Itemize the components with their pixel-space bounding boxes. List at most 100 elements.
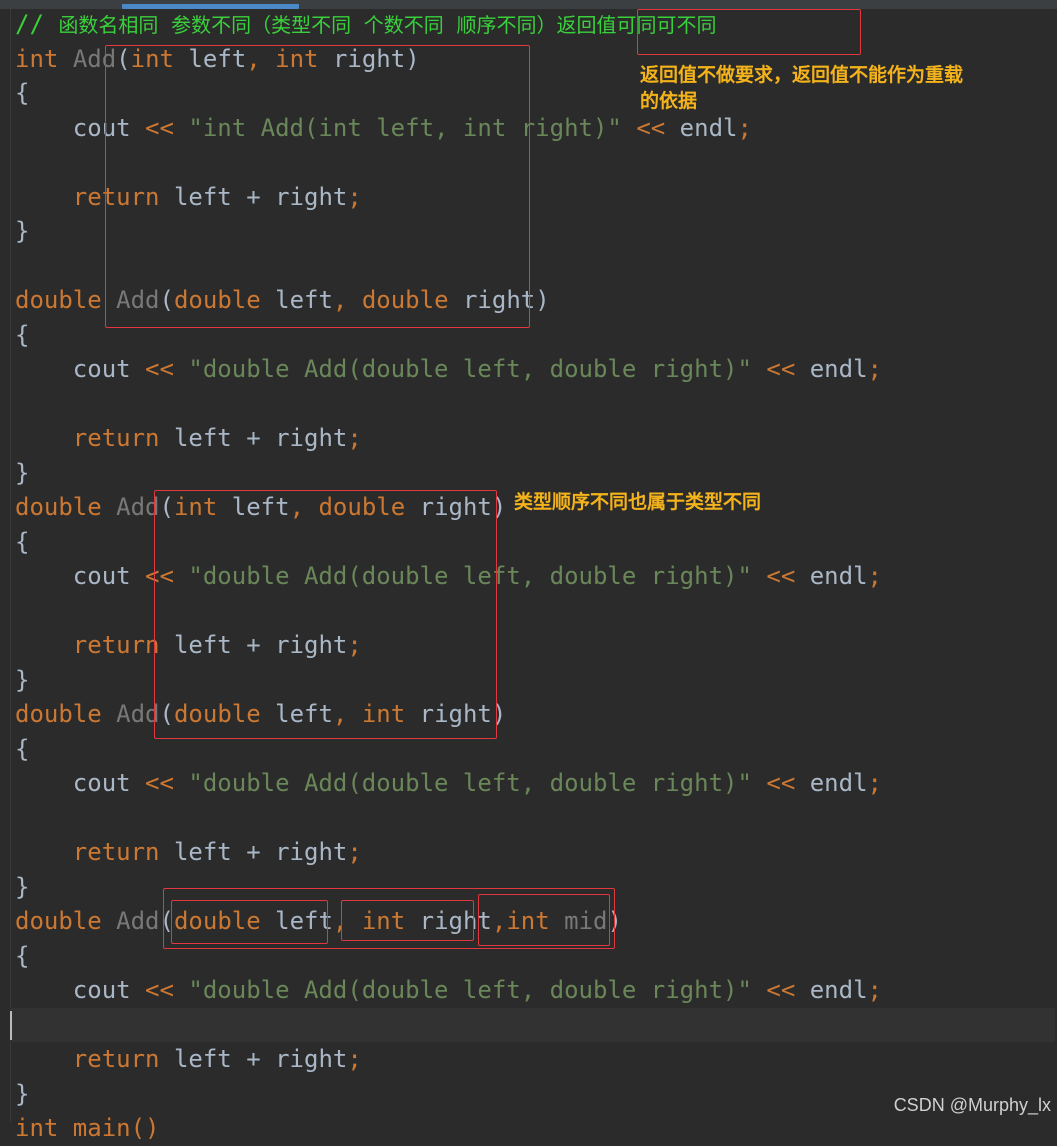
partial-main: int main() xyxy=(15,1114,160,1142)
semicolon: ; xyxy=(867,976,882,1004)
semicolon: ; xyxy=(867,562,882,590)
paren: ) xyxy=(405,44,420,73)
param-name: right xyxy=(405,907,492,935)
note-return-line-2: 的依据 xyxy=(640,90,698,112)
note-return-line-1: 返回值不做要求，返回值不能作为重载 xyxy=(640,64,964,86)
comma: , xyxy=(491,907,507,935)
string-literal: "double Add(double left, double right)" xyxy=(188,562,752,590)
param-type: int xyxy=(173,493,218,521)
endl: endl xyxy=(809,562,868,590)
semicolon: ; xyxy=(347,1045,362,1073)
function-name: Add xyxy=(116,907,160,935)
param-name: right xyxy=(405,700,492,728)
cout: cout xyxy=(72,562,131,590)
endl: endl xyxy=(679,113,738,142)
operator: << xyxy=(621,113,680,142)
comment-text: 函数名相同 参数不同（类型不同 个数不同 顺序不同） xyxy=(58,13,557,37)
endl: endl xyxy=(809,355,868,383)
code-line-brace-open: { xyxy=(15,320,30,349)
paren: ( xyxy=(159,286,174,314)
param-name: left xyxy=(260,286,333,314)
code-line-brace-open: { xyxy=(15,941,30,970)
param-name-unused: mid xyxy=(549,907,608,935)
function-name: Add xyxy=(72,44,117,73)
param-type: double xyxy=(173,907,261,935)
cout: cout xyxy=(72,976,131,1004)
semicolon: ; xyxy=(737,113,752,142)
comma: , xyxy=(246,44,276,73)
operator: << xyxy=(130,769,189,797)
cout: cout xyxy=(72,113,131,142)
param-type: double xyxy=(361,286,449,314)
param-name: left xyxy=(260,700,333,728)
return-keyword: return xyxy=(72,182,160,211)
return-expression: left + right xyxy=(159,631,348,659)
return-type: int xyxy=(15,44,59,73)
semicolon: ; xyxy=(347,182,362,211)
param-type: int xyxy=(506,907,550,935)
text-caret xyxy=(10,1010,12,1040)
code-line-signature-5: double Add(double left, int right,int mi… xyxy=(15,904,1055,939)
endl: endl xyxy=(809,769,868,797)
paren: ) xyxy=(607,907,622,935)
semicolon: ; xyxy=(867,769,882,797)
code-line-brace-close: } xyxy=(15,217,30,245)
comma: , xyxy=(332,286,362,314)
code-line-cout: cout << "double Add(double left, double … xyxy=(15,973,1055,1008)
param-name: left xyxy=(260,907,333,935)
code-line-cout: cout << "int Add(int left, int right)" <… xyxy=(15,111,1055,146)
operator: << xyxy=(751,355,810,383)
code-line-signature-4: double Add(double left, int right) xyxy=(15,697,1055,732)
string-literal: "double Add(double left, double right)" xyxy=(188,769,752,797)
semicolon: ; xyxy=(347,631,362,659)
code-editor[interactable]: // 函数名相同 参数不同（类型不同 个数不同 顺序不同）返回值可同可不同 in… xyxy=(10,7,1055,1146)
gutter-divider xyxy=(10,9,11,1122)
return-type: double xyxy=(15,493,102,521)
return-expression: left + right xyxy=(159,838,348,866)
paren: ) xyxy=(491,700,507,728)
return-keyword: return xyxy=(72,838,160,866)
param-type: int xyxy=(275,44,319,73)
operator: << xyxy=(130,355,189,383)
comma: , xyxy=(289,493,319,521)
param-type: double xyxy=(173,286,261,314)
operator: << xyxy=(130,113,189,142)
return-expression: left + right xyxy=(159,424,348,452)
cout: cout xyxy=(72,769,131,797)
code-line-current[interactable] xyxy=(10,1007,1055,1042)
code-line-brace-open: { xyxy=(15,527,30,556)
code-line-return: return left + right; xyxy=(15,421,1055,456)
param-name: right xyxy=(448,286,536,314)
note-return-value: 返回值不做要求，返回值不能作为重载 的依据 xyxy=(640,62,1040,114)
code-line-return: return left + right; xyxy=(15,835,1055,870)
code-line-return: return left + right; xyxy=(15,628,1055,663)
comma: , xyxy=(332,700,362,728)
code-line-cout: cout << "double Add(double left, double … xyxy=(15,559,1055,594)
code-line-signature-2: double Add(double left, double right) xyxy=(15,283,1055,318)
endl: endl xyxy=(809,976,868,1004)
code-line-brace-close: } xyxy=(15,872,30,901)
string-literal: "double Add(double left, double right)" xyxy=(188,355,752,383)
return-keyword: return xyxy=(72,424,160,452)
paren: ( xyxy=(116,44,131,73)
operator: << xyxy=(751,769,810,797)
code-line-partial: int main() xyxy=(15,1111,1055,1146)
paren: ) xyxy=(535,286,550,314)
param-name: right xyxy=(318,44,406,73)
semicolon: ; xyxy=(347,838,362,866)
code-line-comment: // 函数名相同 参数不同（类型不同 个数不同 顺序不同）返回值可同可不同 xyxy=(15,7,1055,42)
function-name: Add xyxy=(116,286,160,314)
semicolon: ; xyxy=(347,424,362,452)
code-line-cout: cout << "double Add(double left, double … xyxy=(15,766,1055,801)
operator: << xyxy=(751,562,810,590)
function-name: Add xyxy=(116,700,160,728)
code-line-return: return left + right; xyxy=(15,1042,1055,1077)
code-line-brace-close: } xyxy=(15,458,30,487)
return-keyword: return xyxy=(72,1045,160,1073)
param-type: double xyxy=(318,493,406,521)
